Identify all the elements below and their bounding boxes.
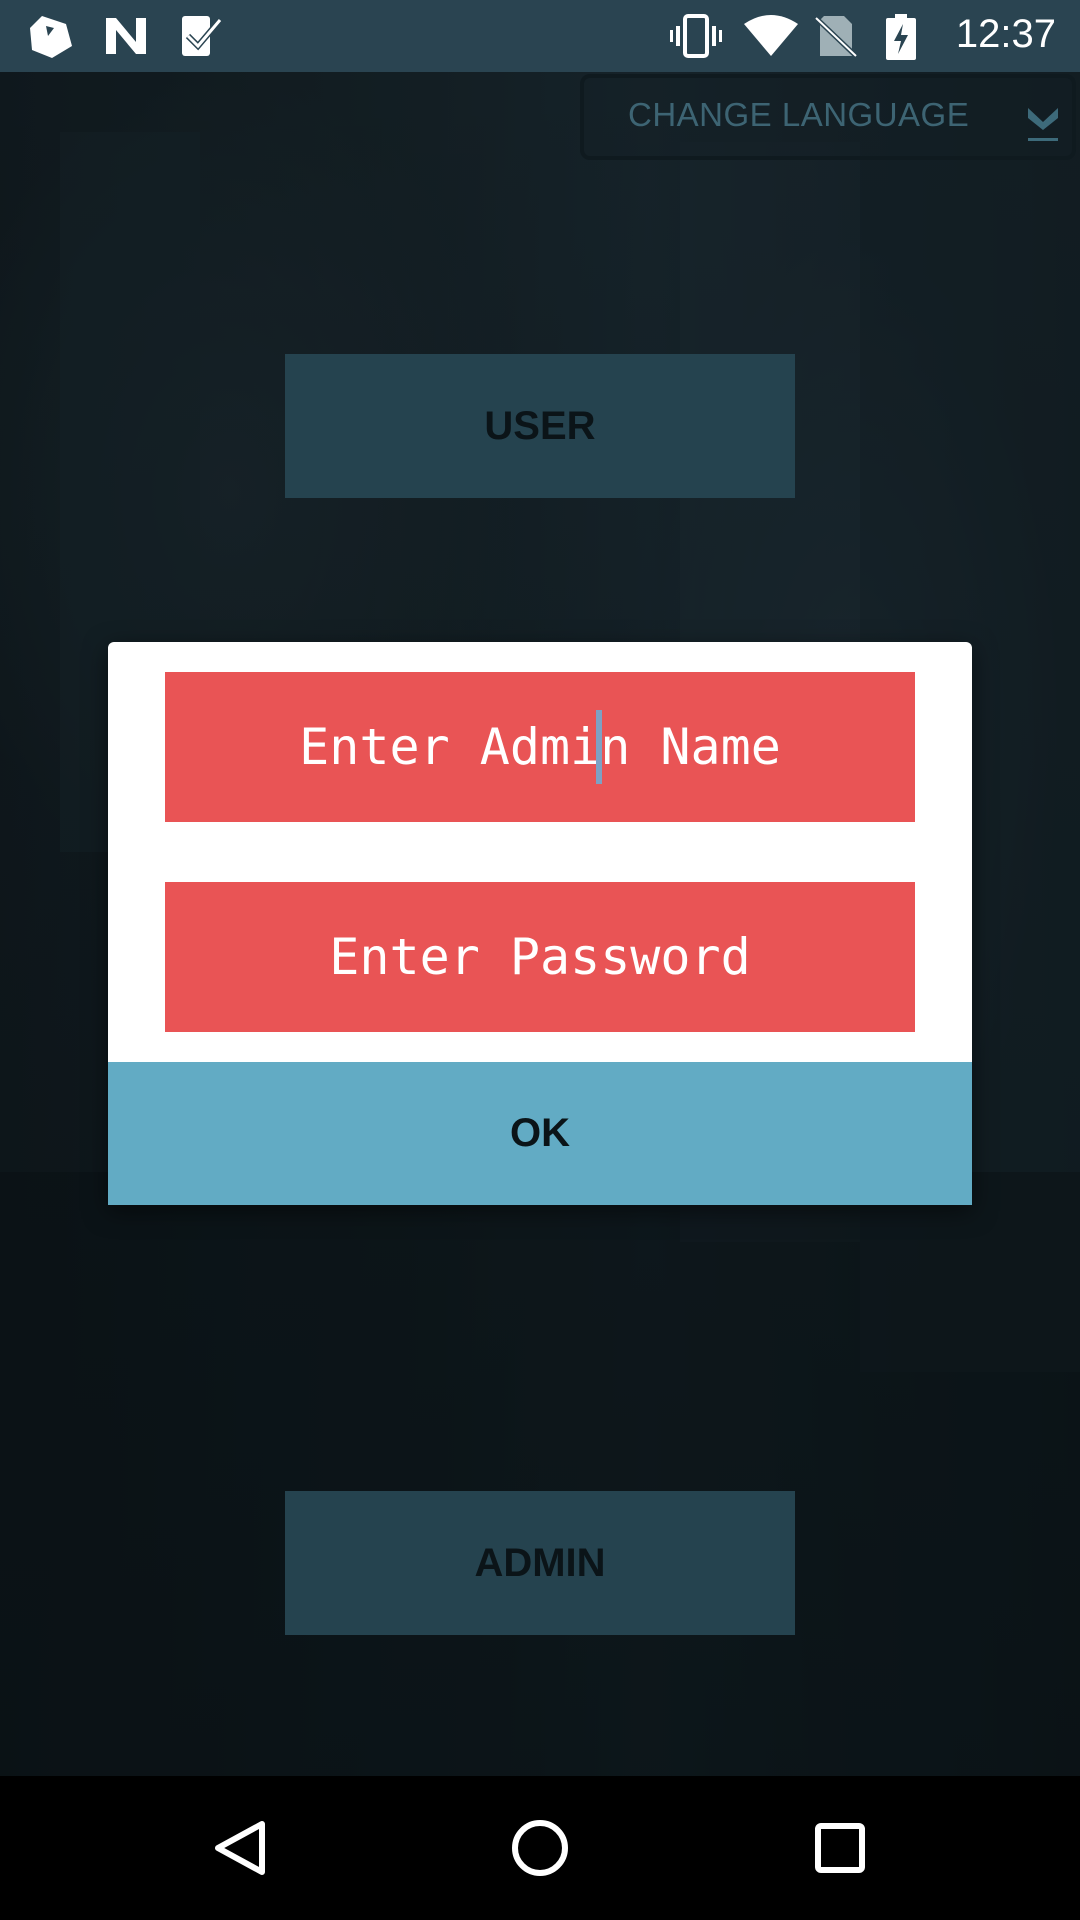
wifi-icon [744, 14, 798, 58]
ok-button[interactable]: OK [108, 1062, 972, 1205]
home-icon[interactable] [496, 1804, 584, 1892]
no-sim-icon [814, 14, 858, 58]
admin-button[interactable]: ADMIN [285, 1491, 795, 1635]
status-bar: 12:37 [0, 0, 1080, 72]
navigation-bar [0, 1776, 1080, 1920]
user-button[interactable]: USER [285, 354, 795, 498]
admin-login-dialog: Enter Admin Name Enter Password OK [108, 642, 972, 1205]
screen: 12:37 CHANGE LANGUAGE USER ADMIN Enter A… [0, 0, 1080, 1920]
vibrate-icon [670, 14, 722, 58]
change-language-label: CHANGE LANGUAGE [628, 96, 970, 133]
user-button-label: USER [484, 403, 596, 448]
recents-icon[interactable] [796, 1804, 884, 1892]
battery-charging-icon [886, 14, 916, 60]
check-badge-icon [180, 14, 224, 58]
admin-button-label: ADMIN [474, 1540, 606, 1585]
admin-name-field[interactable]: Enter Admin Name [165, 672, 915, 822]
n-logo-icon [104, 14, 148, 58]
app-icon-1 [28, 14, 72, 58]
status-time: 12:37 [955, 12, 1056, 56]
password-field[interactable]: Enter Password [165, 882, 915, 1032]
admin-name-text: Enter Admin Name [299, 718, 781, 776]
back-icon[interactable] [196, 1804, 284, 1892]
ok-button-label: OK [510, 1111, 570, 1155]
password-text: Enter Password [329, 928, 751, 986]
change-language-dropdown[interactable]: CHANGE LANGUAGE [580, 74, 1076, 160]
dropdown-arrow-icon [1026, 100, 1060, 144]
text-cursor [596, 710, 602, 784]
